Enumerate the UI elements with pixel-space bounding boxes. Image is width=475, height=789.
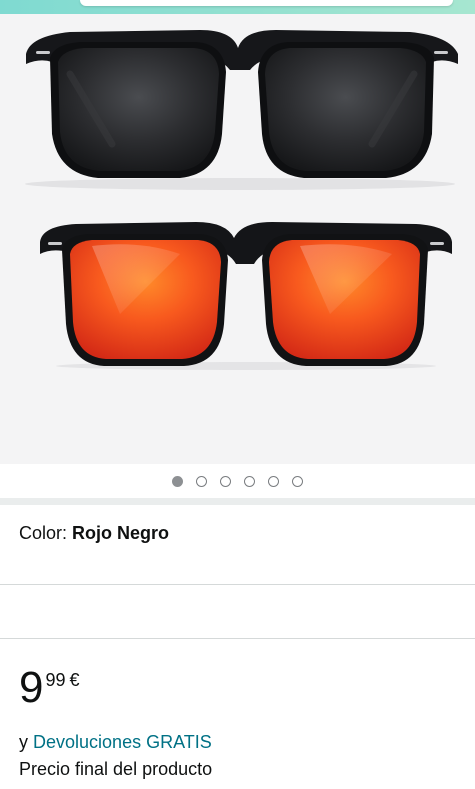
product-image bbox=[25, 30, 458, 370]
color-label: Color: bbox=[19, 523, 68, 543]
color-variation: Color: Rojo Negro bbox=[19, 523, 169, 544]
search-box-edge[interactable] bbox=[80, 0, 453, 6]
free-returns-link[interactable]: Devoluciones GRATIS bbox=[33, 732, 212, 752]
returns-info: y Devoluciones GRATIS bbox=[19, 732, 212, 753]
sunglasses-dark bbox=[25, 30, 458, 190]
price-currency: € bbox=[69, 670, 80, 690]
sunglasses-red bbox=[40, 222, 452, 370]
product-page: Color: Rojo Negro 9 99 € y Devoluciones … bbox=[0, 0, 475, 789]
gallery-dot-4[interactable] bbox=[244, 475, 255, 487]
section-divider bbox=[0, 498, 475, 505]
divider bbox=[0, 584, 475, 585]
color-value: Rojo Negro bbox=[72, 523, 170, 543]
price-whole: 9 bbox=[19, 663, 44, 712]
gallery-dot-2[interactable] bbox=[196, 475, 207, 487]
header-bar bbox=[0, 0, 475, 14]
divider bbox=[0, 638, 475, 639]
price-note: Precio final del producto bbox=[19, 759, 213, 779]
returns-prefix: y bbox=[19, 732, 28, 752]
gallery-dot-5[interactable] bbox=[268, 475, 279, 487]
product-image-gallery[interactable] bbox=[0, 14, 475, 464]
gallery-dot-1[interactable] bbox=[172, 475, 183, 487]
gallery-dot-3[interactable] bbox=[220, 475, 231, 487]
price: 9 99 € bbox=[19, 664, 80, 712]
price-fraction: 99 bbox=[45, 670, 66, 690]
gallery-dot-6[interactable] bbox=[292, 475, 303, 487]
gallery-pagination[interactable] bbox=[0, 464, 475, 498]
